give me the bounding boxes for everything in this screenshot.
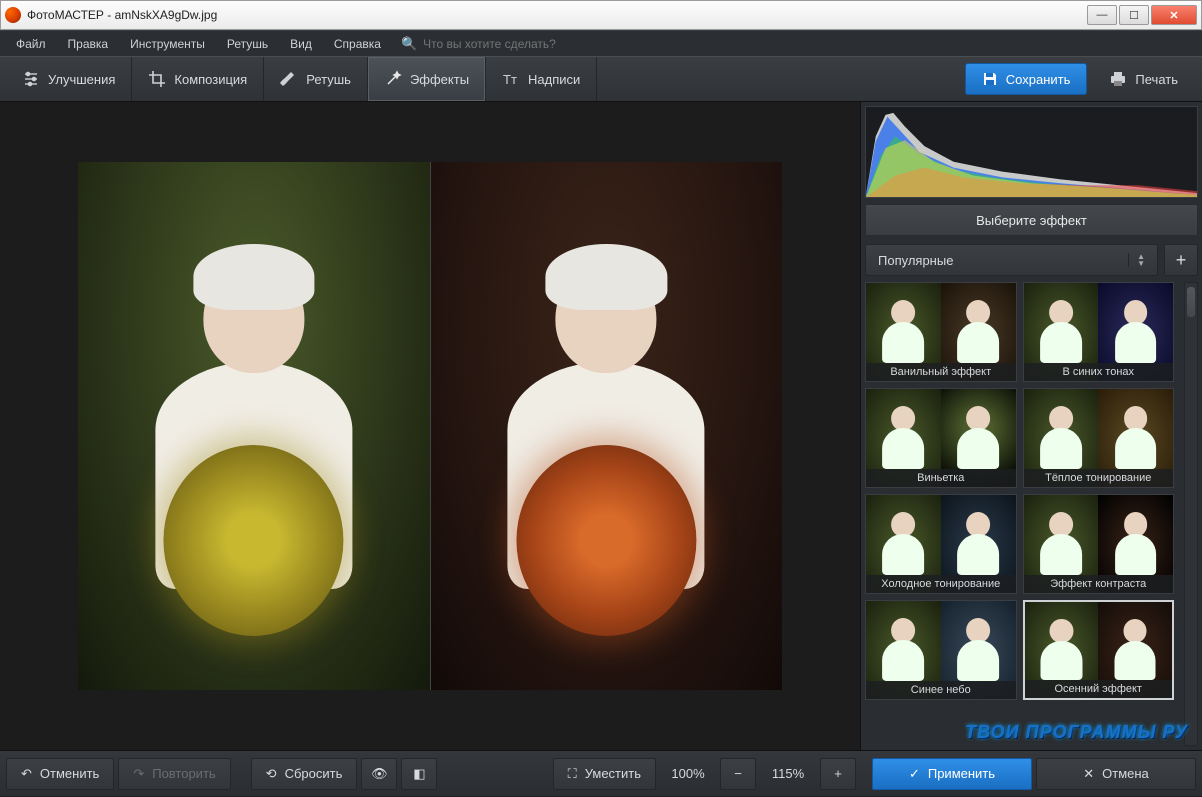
chevron-updown-icon: ▲▼ [1128, 253, 1145, 267]
menu-view[interactable]: Вид [280, 34, 322, 54]
plus-icon: + [1176, 250, 1187, 271]
reset-icon: ⟲ [266, 766, 277, 782]
right-panel: Выберите эффект Популярные ▲▼ + Ванильны… [860, 102, 1202, 750]
close-icon: ✕ [1083, 766, 1094, 782]
add-category-button[interactable]: + [1164, 244, 1198, 276]
save-button[interactable]: Сохранить [965, 63, 1088, 95]
bottom-bar: ↶ Отменить ↷ Повторить ⟲ Сбросить 👁 ◧ ⛶ … [0, 750, 1202, 796]
tab-effects[interactable]: Эффекты [368, 57, 486, 101]
effect-warm-toning[interactable]: Тёплое тонирование [1023, 388, 1175, 488]
reset-button[interactable]: ⟲ Сбросить [251, 758, 358, 790]
effects-scrollbar[interactable] [1184, 282, 1198, 746]
effect-blue-sky[interactable]: Синее небо [865, 600, 1017, 700]
print-button[interactable]: Печать [1097, 63, 1190, 95]
reset-label: Сбросить [285, 766, 343, 781]
menu-retouch[interactable]: Ретушь [217, 34, 278, 54]
preview-after [430, 162, 783, 690]
effect-label: Осенний эффект [1025, 680, 1173, 698]
redo-label: Повторить [152, 766, 215, 781]
brush-icon [280, 70, 298, 88]
zoom-in-button[interactable]: + [820, 758, 856, 790]
tab-label: Улучшения [48, 72, 115, 87]
effect-label: Ванильный эффект [866, 363, 1016, 381]
effect-label: Тёплое тонирование [1024, 469, 1174, 487]
tab-enhance[interactable]: Улучшения [6, 57, 132, 101]
effect-vignette[interactable]: Виньетка [865, 388, 1017, 488]
category-label: Популярные [878, 253, 953, 268]
menu-help[interactable]: Справка [324, 34, 391, 54]
undo-icon: ↶ [21, 766, 32, 782]
effect-cold-toning[interactable]: Холодное тонирование [865, 494, 1017, 594]
compare-button[interactable]: ◧ [401, 758, 437, 790]
tab-retouch[interactable]: Ретушь [264, 57, 368, 101]
effects-grid: Ванильный эффект В синих тонах Виньетка … [865, 282, 1184, 746]
window-maximize-button[interactable]: ☐ [1119, 5, 1149, 25]
fit-label: Уместить [585, 766, 641, 781]
save-label: Сохранить [1006, 72, 1071, 87]
effect-vanilla[interactable]: Ванильный эффект [865, 282, 1017, 382]
search-icon: 🔍 [401, 36, 417, 52]
menu-edit[interactable]: Правка [58, 34, 119, 54]
minus-icon: − [734, 766, 742, 781]
tab-label: Композиция [174, 72, 247, 87]
check-icon: ✓ [909, 766, 920, 782]
effect-label: Холодное тонирование [866, 575, 1016, 593]
scrollbar-handle[interactable] [1187, 287, 1195, 317]
effect-label: Виньетка [866, 469, 1016, 487]
plus-icon: + [834, 766, 842, 781]
tab-composition[interactable]: Композиция [132, 57, 264, 101]
fit-icon: ⛶ [568, 766, 577, 782]
window-close-button[interactable]: ✕ [1151, 5, 1197, 25]
window-minimize-button[interactable]: — [1087, 5, 1117, 25]
preview-image [78, 162, 782, 690]
category-select[interactable]: Популярные ▲▼ [865, 244, 1158, 276]
window-title: ФотоМАСТЕР - amNskXA9gDw.jpg [27, 8, 217, 22]
text-icon: Tт [502, 70, 520, 88]
undo-button[interactable]: ↶ Отменить [6, 758, 114, 790]
effect-label: Эффект контраста [1024, 575, 1174, 593]
toggle-preview-button[interactable]: 👁 [361, 758, 397, 790]
zoom-fit-value: 100% [660, 766, 716, 781]
zoom-out-button[interactable]: − [720, 758, 756, 790]
effect-label: Синее небо [866, 681, 1016, 699]
tab-text[interactable]: Tт Надписи [486, 57, 597, 101]
window-titlebar: ФотоМАСТЕР - amNskXA9gDw.jpg — ☐ ✕ [0, 0, 1202, 30]
effect-blue-tones[interactable]: В синих тонах [1023, 282, 1175, 382]
crop-icon [148, 70, 166, 88]
save-icon [982, 71, 998, 87]
undo-label: Отменить [40, 766, 99, 781]
tab-label: Ретушь [306, 72, 351, 87]
app-icon [5, 7, 21, 23]
cancel-button[interactable]: ✕ Отмена [1036, 758, 1196, 790]
cancel-label: Отмена [1102, 766, 1149, 781]
menu-file[interactable]: Файл [6, 34, 56, 54]
tab-label: Надписи [528, 72, 580, 87]
apply-label: Применить [928, 766, 995, 781]
fit-button[interactable]: ⛶ Уместить [553, 758, 656, 790]
svg-text:Tт: Tт [503, 72, 517, 87]
redo-icon: ↷ [133, 766, 144, 782]
menu-tools[interactable]: Инструменты [120, 34, 215, 54]
tool-tabs: Улучшения Композиция Ретушь Эффекты Tт Н… [0, 56, 1202, 102]
sliders-icon [22, 70, 40, 88]
effect-contrast[interactable]: Эффект контраста [1023, 494, 1175, 594]
menu-bar: Файл Правка Инструменты Ретушь Вид Справ… [0, 30, 1202, 56]
split-icon: ◧ [413, 766, 425, 782]
zoom-value: 115% [760, 766, 816, 781]
preview-before [78, 162, 430, 690]
search-input[interactable] [423, 37, 623, 51]
eye-icon: 👁 [371, 766, 388, 782]
wand-icon [384, 70, 402, 88]
effect-autumn[interactable]: Осенний эффект [1023, 600, 1175, 700]
histogram [865, 106, 1198, 198]
redo-button[interactable]: ↷ Повторить [118, 758, 230, 790]
panel-header: Выберите эффект [865, 204, 1198, 236]
tab-label: Эффекты [410, 72, 469, 87]
effect-label: В синих тонах [1024, 363, 1174, 381]
apply-button[interactable]: ✓ Применить [872, 758, 1032, 790]
printer-icon [1109, 71, 1127, 87]
canvas-area[interactable] [0, 102, 860, 750]
print-label: Печать [1135, 72, 1178, 87]
